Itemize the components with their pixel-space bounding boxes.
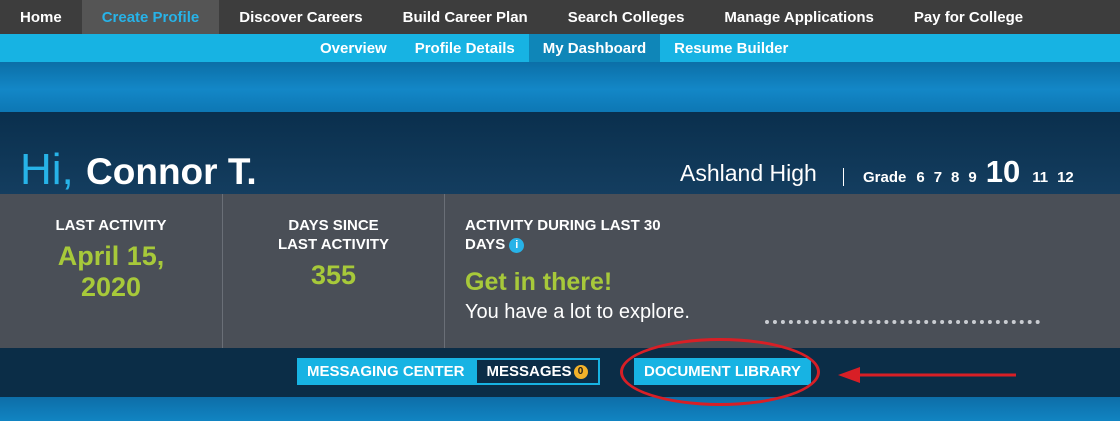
stat-last-activity-value: April 15, 2020	[57, 241, 165, 302]
stat-activity-30: ACTIVITY DURING LAST 30 DAYS i Get in the…	[465, 216, 1085, 324]
stat-last-activity-label: LAST ACTIVITY	[55, 217, 167, 234]
messaging-center-button[interactable]: MESSAGING CENTER	[297, 358, 475, 385]
grade-option-7[interactable]: 7	[934, 169, 942, 186]
hero-banner	[0, 62, 1120, 112]
grade-option-10[interactable]: 10	[986, 154, 1020, 190]
stat-days-since: DAYS SINCE LAST ACTIVITY 355	[223, 194, 445, 348]
messages-label: MESSAGES	[486, 363, 572, 380]
nav-pay-for-college[interactable]: Pay for College	[894, 0, 1043, 34]
subnav-overview[interactable]: Overview	[306, 34, 401, 62]
stat-activity-30-label: ACTIVITY DURING LAST 30 DAYS i	[465, 216, 685, 254]
stat-last-activity: LAST ACTIVITY April 15, 2020	[0, 194, 223, 348]
greeting-hi: Hi,	[20, 145, 74, 194]
greeting: Hi, Connor T.	[20, 142, 257, 200]
activity-progress-dots	[765, 320, 1040, 324]
grade-option-9[interactable]: 9	[968, 169, 976, 186]
activity-label-text: ACTIVITY DURING LAST 30 DAYS	[465, 217, 661, 253]
info-icon[interactable]: i	[509, 238, 525, 253]
grade-option-12[interactable]: 12	[1057, 169, 1074, 186]
messages-button[interactable]: MESSAGES 0	[474, 358, 600, 385]
student-name: Connor T.	[86, 151, 257, 192]
nav-manage-applications[interactable]: Manage Applications	[704, 0, 893, 34]
sub-nav: Overview Profile Details My Dashboard Re…	[0, 34, 1120, 62]
subnav-my-dashboard[interactable]: My Dashboard	[528, 34, 661, 62]
grade-selector: Grade 6 7 8 9 10 11 12	[863, 154, 1083, 190]
stat-days-since-value: 355	[310, 260, 357, 290]
annotation-arrow-icon	[838, 367, 1016, 383]
grade-option-11[interactable]: 11	[1032, 169, 1048, 186]
messages-count-badge: 0	[573, 364, 588, 379]
grade-option-8[interactable]: 8	[951, 169, 959, 186]
subnav-resume-builder[interactable]: Resume Builder	[660, 34, 802, 62]
nav-create-profile[interactable]: Create Profile	[81, 0, 220, 34]
annotation-circle	[620, 338, 820, 406]
nav-home[interactable]: Home	[0, 0, 82, 34]
grade-label: Grade	[863, 169, 907, 186]
nav-discover-careers[interactable]: Discover Careers	[219, 0, 382, 34]
messaging-group: MESSAGING CENTER MESSAGES 0	[297, 358, 600, 385]
school-name: Ashland High	[680, 160, 817, 186]
dashboard-panel: Hi, Connor T. Ashland High Grade 6 7 8 9…	[0, 112, 1120, 397]
sub-nav-spacer	[0, 34, 306, 62]
activity-headline: Get in there!	[465, 268, 613, 296]
grade-option-6[interactable]: 6	[916, 169, 924, 186]
nav-search-colleges[interactable]: Search Colleges	[548, 0, 705, 34]
grade-divider	[843, 168, 844, 186]
bottom-strip	[0, 397, 1120, 421]
nav-build-career-plan[interactable]: Build Career Plan	[383, 0, 548, 34]
stat-days-since-label: DAYS SINCE LAST ACTIVITY	[277, 217, 390, 253]
subnav-profile-details[interactable]: Profile Details	[401, 34, 529, 62]
stats-row: LAST ACTIVITY April 15, 2020 DAYS SINCE …	[0, 194, 1120, 348]
top-nav: Home Create Profile Discover Careers Bui…	[0, 0, 1120, 34]
